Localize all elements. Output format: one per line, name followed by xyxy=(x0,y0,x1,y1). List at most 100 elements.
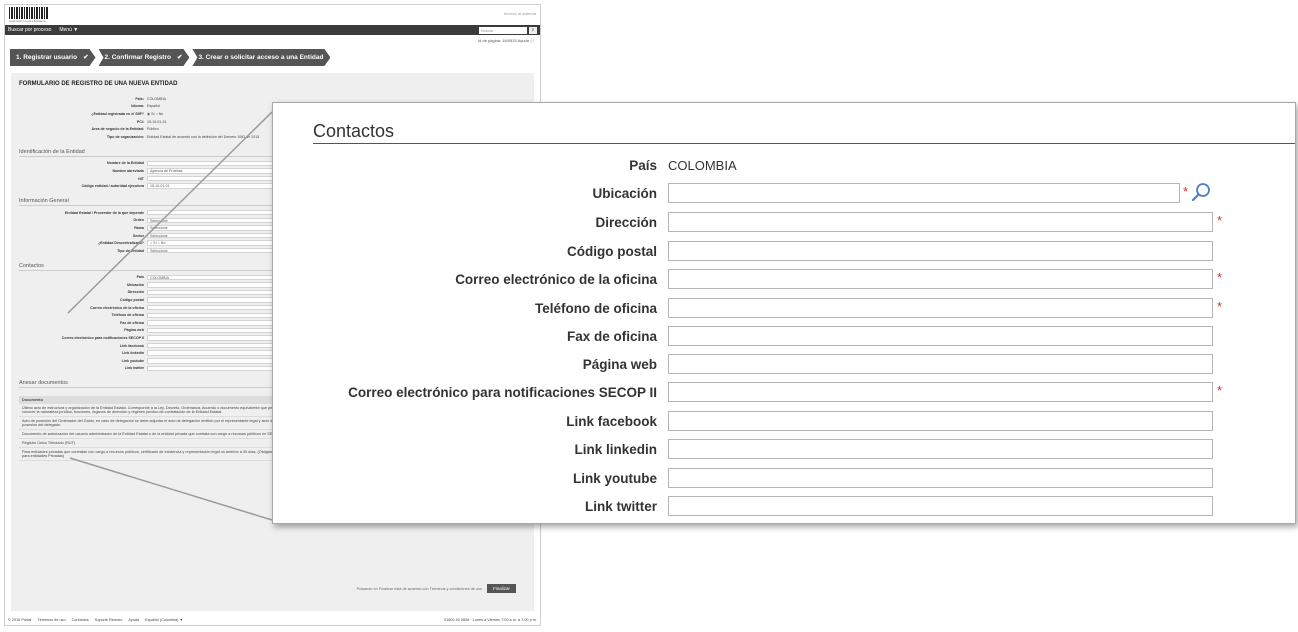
field-row-pagina-web: Página web xyxy=(273,354,1297,376)
form-row-label: Link linkedin xyxy=(122,351,144,356)
footer-terms-link[interactable]: Términos de uso xyxy=(37,618,65,622)
form-row-input[interactable] xyxy=(147,335,287,341)
field-label: Link linkedin xyxy=(574,442,657,457)
field-label: Dirección xyxy=(595,215,657,230)
nav-item-menu[interactable]: Menú ▼ xyxy=(59,27,78,33)
form-row-input[interactable] xyxy=(147,297,287,303)
form-row-value: Público xyxy=(147,127,159,132)
finish-area: Pulsando en Finalizar está de acuerdo co… xyxy=(357,584,516,593)
footer-contact-link[interactable]: Contactos xyxy=(72,618,89,622)
required-marker: * xyxy=(1217,270,1223,285)
form-row-label: Ubicación xyxy=(126,282,144,287)
form-row-input[interactable] xyxy=(147,209,287,216)
form-row-input[interactable] xyxy=(147,358,287,364)
form-row-label: Entidad Estatal / Proveedor de la que de… xyxy=(64,210,144,215)
form-row-label: Fax de oficina xyxy=(120,320,144,325)
form-row-input[interactable] xyxy=(147,282,287,288)
search-icon[interactable]: ⌕ xyxy=(529,26,537,34)
form-row-input[interactable]: ○ Sí ○ No xyxy=(147,240,287,246)
finish-button[interactable]: Finalizar xyxy=(486,584,516,593)
field-row-correo-notificaciones: Correo electrónico para notificaciones S… xyxy=(273,382,1297,404)
field-row-ubicacion: Ubicación * xyxy=(273,183,1297,205)
form-row-input[interactable] xyxy=(147,342,287,349)
form-row-label: Área de negocio de la Entidad: xyxy=(91,127,144,132)
nav-item-search-process[interactable]: Buscar por proceso xyxy=(8,27,51,33)
field-row-linkedin: Link linkedin xyxy=(273,439,1297,461)
form-row-label: ¿Entidad Descentralizada? xyxy=(98,241,144,246)
wizard-steps: 1. Registrar usuario ✔ 2. Confirmar Regis… xyxy=(10,49,540,66)
footer-phone: 01800 52 0808 · Lunes a Viernes 7:00 a.m… xyxy=(443,618,537,622)
field-row-direccion: Dirección * xyxy=(273,212,1297,234)
form-row-input[interactable]: Seleccione xyxy=(147,225,287,231)
form-row-input[interactable] xyxy=(147,350,287,356)
field-label: Correo electrónico para notificaciones S… xyxy=(348,385,657,400)
form-row-label: Link facebook xyxy=(119,343,144,348)
form-row-label: País: xyxy=(135,96,144,101)
field-label: Página web xyxy=(582,357,657,372)
field-row-correo-oficina: Correo electrónico de la oficina * xyxy=(273,269,1297,291)
field-row-telefono: Teléfono de oficina * xyxy=(273,298,1297,320)
correo-oficina-input[interactable] xyxy=(668,269,1213,289)
required-marker: * xyxy=(1217,213,1223,228)
form-row-input[interactable] xyxy=(147,289,287,296)
form-row-label: Tipo de organización: xyxy=(106,134,144,139)
codigo-postal-input[interactable] xyxy=(668,241,1213,261)
form-row-label: Tipo de Entidad xyxy=(117,248,144,253)
form-row-input[interactable]: COLOMBIA xyxy=(147,274,287,281)
form-row-input[interactable] xyxy=(147,320,287,326)
field-label: Link facebook xyxy=(566,414,657,429)
linkedin-input[interactable] xyxy=(668,439,1213,459)
required-marker: * xyxy=(1217,383,1223,398)
form-row-input[interactable]: Seleccione xyxy=(147,217,287,224)
footer-help-link[interactable]: Ayuda xyxy=(128,618,139,622)
youtube-input[interactable] xyxy=(668,468,1213,488)
form-row-label: Nombre de la Entidad xyxy=(107,161,144,166)
doc-name: Registro Único Tributario (RUT) xyxy=(22,441,76,446)
form-row-label: ¿Entidad registrada en el SIIF? xyxy=(91,111,144,116)
form-row-label: Correo electrónico para notificaciones S… xyxy=(61,336,144,341)
form-row-value: Español xyxy=(147,104,160,109)
magnifier-icon[interactable] xyxy=(1190,181,1212,203)
form-row-input[interactable]: 15-10-01-01 xyxy=(147,183,287,189)
form-row-input[interactable]: Agencia de Pruebas xyxy=(147,168,287,174)
doc-name: Acto de posesión del Ordenador del Gasto… xyxy=(22,419,275,428)
login-link[interactable]: Acceso al sistema xyxy=(504,11,536,16)
form-row-label: Código entidad / autoridad ejecutora xyxy=(81,184,145,189)
top-bar: Colombia Compra Eficiente Acceso al sist… xyxy=(5,5,540,25)
form-row-input[interactable] xyxy=(147,160,287,167)
logo-barcode-icon xyxy=(9,7,49,19)
field-label: Correo electrónico de la oficina xyxy=(455,272,657,287)
form-row-value: Entidad Estatal de acuerdo con la defini… xyxy=(147,134,260,139)
correo-notificaciones-input[interactable] xyxy=(668,382,1213,402)
form-row-input[interactable] xyxy=(147,304,287,311)
language-select[interactable]: Español (Colombia) ▼ xyxy=(145,618,183,622)
form-row-input[interactable]: Seleccione xyxy=(147,247,287,254)
form-row-label: Link twitter xyxy=(124,366,144,371)
form-row-label: Rama xyxy=(134,225,144,230)
search-input[interactable]: Buscar xyxy=(479,26,527,34)
form-row-label: Teléfono de oficina xyxy=(111,313,144,318)
form-row-label: Código postal xyxy=(120,298,144,303)
twitter-input[interactable] xyxy=(668,496,1213,516)
field-row-facebook: Link facebook xyxy=(273,411,1297,433)
form-row-input[interactable] xyxy=(147,365,287,372)
form-row-input[interactable] xyxy=(147,312,287,319)
form-row-input[interactable] xyxy=(147,327,287,334)
fax-input[interactable] xyxy=(668,326,1213,346)
direccion-input[interactable] xyxy=(668,212,1213,232)
brand-caption: Colombia Compra Eficiente xyxy=(9,19,46,23)
terms-note[interactable]: Pulsando en Finalizar está de acuerdo co… xyxy=(357,587,482,591)
doc-name: Documento de autorización del usuario ad… xyxy=(22,432,284,437)
ubicacion-input[interactable] xyxy=(668,183,1180,203)
form-row-label: País xyxy=(136,275,144,280)
form-row-input[interactable]: Seleccione xyxy=(147,232,287,239)
pagina-web-input[interactable] xyxy=(668,354,1213,374)
form-row-input[interactable] xyxy=(147,175,287,182)
footer-remote-support-link[interactable]: Soporte Remoto xyxy=(95,618,123,622)
telefono-input[interactable] xyxy=(668,298,1213,318)
field-row-youtube: Link youtube xyxy=(273,468,1297,490)
required-marker: * xyxy=(1217,299,1223,314)
doc-name: Último acto de estructura y organización… xyxy=(22,406,281,415)
field-row-codigo-postal: Código postal xyxy=(273,241,1297,263)
facebook-input[interactable] xyxy=(668,411,1213,431)
